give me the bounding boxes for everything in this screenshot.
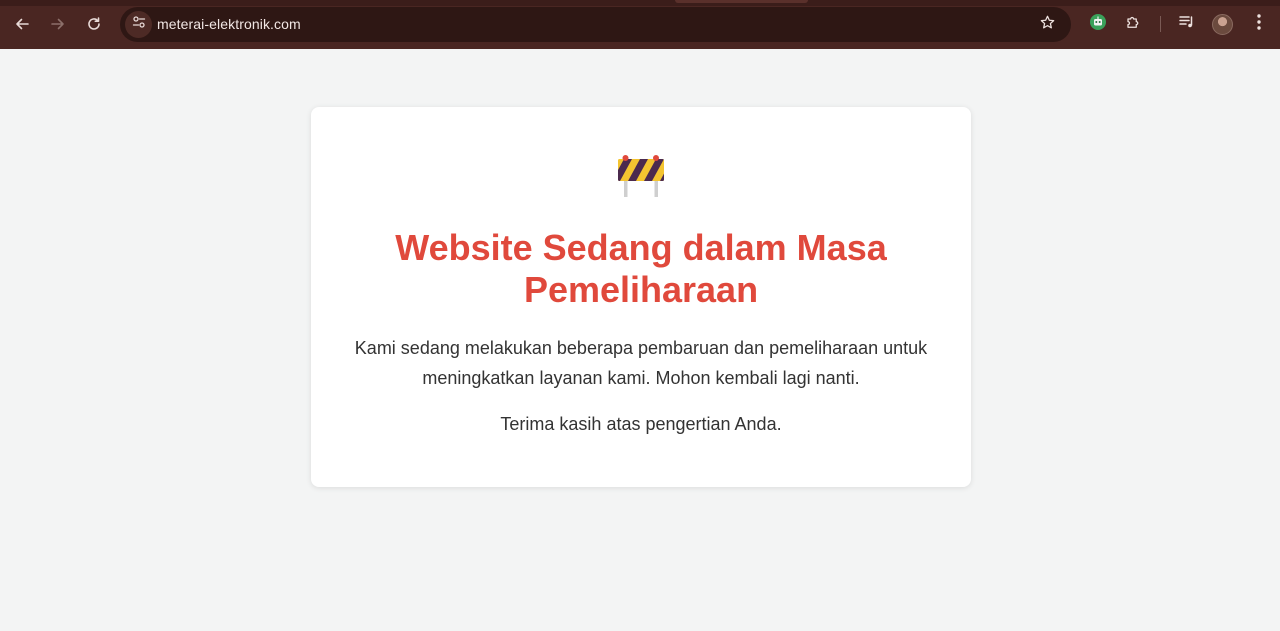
construction-barrier-icon [616,153,666,199]
kebab-menu-icon [1256,13,1262,36]
address-bar[interactable]: meterai-elektronik.com [120,7,1071,42]
site-info-button[interactable] [125,11,152,38]
page-title: Website Sedang dalam Masa Pemeliharaan [395,227,887,310]
reload-icon [86,16,102,32]
tab-strip [0,0,1280,6]
forward-button[interactable] [45,11,71,37]
tune-icon [132,15,146,34]
puzzle-icon [1125,13,1143,36]
bookmark-button[interactable] [1034,12,1060,38]
browser-toolbar: meterai-elektronik.com [0,0,1280,49]
playlist-icon [1178,13,1196,36]
toolbar-divider [1160,16,1161,32]
star-icon [1039,14,1056,36]
robot-extension-icon [1089,13,1107,36]
maintenance-message: Kami sedang melakukan beberapa pembaruan… [354,338,928,388]
avatar[interactable] [1212,14,1233,35]
reload-button[interactable] [81,11,107,37]
extensions-button[interactable] [1122,12,1146,36]
active-tab-indicator [675,0,808,3]
robot-extension-button[interactable] [1086,12,1110,36]
media-controls-button[interactable] [1175,12,1199,36]
arrow-left-icon [14,16,30,32]
url-text[interactable]: meterai-elektronik.com [157,16,301,32]
thank-you-message: Terima kasih atas pengertian Anda. [500,414,782,434]
maintenance-card: Website Sedang dalam Masa Pemeliharaan K… [311,107,971,487]
back-button[interactable] [9,11,35,37]
arrow-right-icon [50,16,66,32]
browser-menu-button[interactable] [1247,12,1271,36]
